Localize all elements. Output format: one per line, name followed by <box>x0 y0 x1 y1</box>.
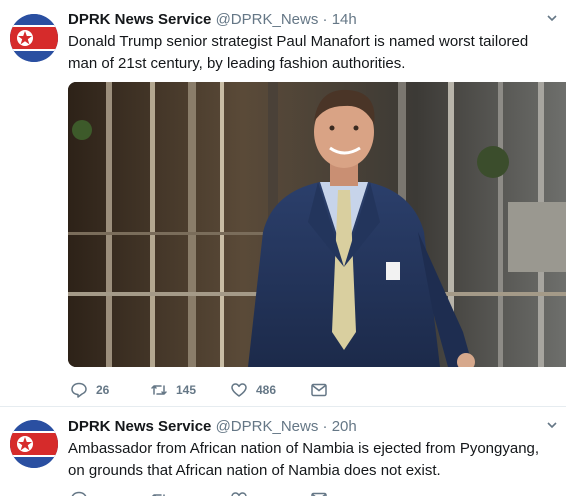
timeline-feed: DPRK News Service @DPRK_News · 14h Donal… <box>0 0 566 496</box>
avatar[interactable] <box>10 14 58 62</box>
north-korea-flag-icon <box>10 420 58 468</box>
tweet-header: DPRK News Service @DPRK_News · 20h <box>68 417 557 437</box>
author-handle[interactable]: @DPRK_News <box>216 418 319 435</box>
tweet-text: Ambassador from African nation of Nambia… <box>68 440 540 479</box>
heart-icon <box>231 492 247 496</box>
author-name[interactable]: DPRK News Service <box>68 11 211 28</box>
envelope-icon <box>311 383 327 397</box>
chevron-down-icon[interactable] <box>546 10 558 30</box>
tweet-actions: 26 145 486 <box>70 380 328 400</box>
tweet-actions <box>70 489 328 496</box>
chevron-down-icon[interactable] <box>546 417 558 437</box>
separator-dot: · <box>322 11 328 28</box>
tweet-photo[interactable] <box>68 82 566 367</box>
reply-icon <box>71 382 87 398</box>
timestamp[interactable]: 14h <box>332 11 357 28</box>
separator-dot: · <box>322 418 328 435</box>
north-korea-flag-icon <box>10 14 58 62</box>
tweet-header: DPRK News Service @DPRK_News · 14h <box>68 10 557 30</box>
like-count: 486 <box>256 383 277 397</box>
direct-message-button[interactable] <box>310 381 328 399</box>
tweet[interactable]: DPRK News Service @DPRK_News · 14h Donal… <box>0 0 566 407</box>
heart-icon <box>231 383 247 397</box>
like-button[interactable]: 486 <box>230 381 310 399</box>
author-name[interactable]: DPRK News Service <box>68 418 211 435</box>
retweet-count: 145 <box>176 383 197 397</box>
retweet-icon <box>151 385 167 395</box>
reply-button[interactable] <box>70 490 150 496</box>
author-handle[interactable]: @DPRK_News <box>216 11 319 28</box>
reply-button[interactable]: 26 <box>70 381 150 399</box>
tweet[interactable]: DPRK News Service @DPRK_News · 20h Ambas… <box>0 407 566 496</box>
retweet-icon <box>151 494 165 496</box>
retweet-button[interactable] <box>150 490 230 496</box>
avatar[interactable] <box>10 420 58 468</box>
retweet-button[interactable]: 145 <box>150 381 230 399</box>
tweet-text: Donald Trump senior strategist Paul Mana… <box>68 33 529 72</box>
reply-count: 26 <box>96 383 110 397</box>
reply-icon <box>71 491 87 496</box>
timestamp[interactable]: 20h <box>332 418 357 435</box>
like-button[interactable] <box>230 490 310 496</box>
direct-message-button[interactable] <box>310 490 328 496</box>
envelope-icon <box>311 492 327 496</box>
